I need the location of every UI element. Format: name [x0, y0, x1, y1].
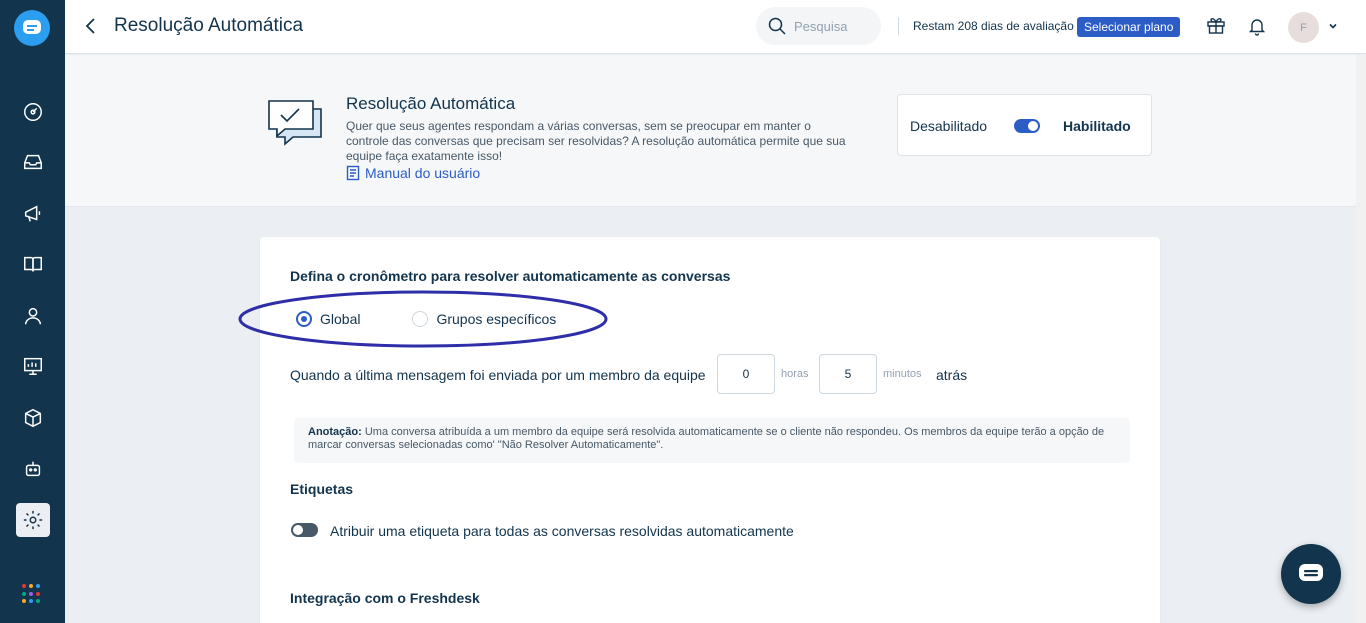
search-box[interactable]	[756, 7, 881, 45]
minutes-unit-label: minutos	[883, 368, 922, 380]
timer-section-title: Defina o cronômetro para resolver automa…	[290, 268, 731, 284]
avatar[interactable]: F	[1288, 12, 1319, 43]
radio-specific-groups-label[interactable]: Grupos específicos	[436, 311, 556, 327]
feature-enable-toggle[interactable]	[1014, 119, 1040, 133]
timer-scope-radio-group: Global Grupos específicos	[296, 311, 556, 327]
app-dot	[36, 584, 40, 588]
chevron-down-icon[interactable]	[1327, 20, 1339, 32]
bot-icon[interactable]	[16, 452, 50, 486]
user-manual-link[interactable]: Manual do usuário	[346, 165, 480, 181]
app-dot	[36, 591, 40, 596]
campaigns-icon[interactable]	[16, 197, 50, 231]
hours-unit-label: horas	[781, 368, 809, 380]
sidebar	[0, 0, 65, 623]
user-manual-label[interactable]: Manual do usuário	[365, 165, 480, 181]
book-icon	[346, 165, 360, 181]
minutes-input[interactable]	[819, 354, 877, 394]
divider	[898, 17, 899, 35]
page-scrollbar[interactable]	[1356, 55, 1366, 623]
freshdesk-section-title: Integração com o Freshdesk	[290, 590, 480, 606]
app-dot	[29, 599, 33, 604]
app-dot	[36, 599, 40, 604]
feature-toggle-card: Desabilitado Habilitado	[897, 94, 1152, 156]
app-dot	[22, 584, 26, 588]
app-dot	[22, 591, 26, 596]
labels-section-title: Etiquetas	[290, 481, 354, 497]
enabled-label: Habilitado	[1063, 118, 1131, 134]
select-plan-button[interactable]: Selecionar plano	[1077, 17, 1181, 37]
assign-label-text: Atribuir uma etiqueta para todas as conv…	[330, 523, 794, 539]
apps-grid-icon[interactable]	[22, 584, 42, 604]
radio-specific-groups[interactable]	[412, 311, 429, 327]
chat-icon	[1299, 564, 1323, 581]
dashboard-icon[interactable]	[16, 95, 50, 129]
settings-icon[interactable]	[16, 503, 50, 537]
ago-label: atrás	[936, 367, 968, 383]
gift-icon[interactable]	[1206, 15, 1226, 35]
back-arrow-icon[interactable]	[81, 15, 101, 37]
note-prefix: Anotação:	[308, 426, 362, 438]
radio-global-label[interactable]: Global	[320, 311, 360, 327]
knowledge-base-icon[interactable]	[16, 247, 50, 281]
freshchat-logo[interactable]	[14, 10, 50, 46]
bell-icon[interactable]	[1247, 16, 1267, 36]
radio-global[interactable]	[296, 311, 312, 327]
contacts-icon[interactable]	[16, 299, 50, 333]
inbox-icon[interactable]	[16, 145, 50, 179]
hours-input[interactable]	[717, 354, 775, 394]
annotation-note: Anotação: Uma conversa atribuída a um me…	[294, 418, 1130, 463]
note-text: Uma conversa atribuída a um membro da eq…	[308, 426, 1105, 451]
search-input[interactable]	[794, 18, 874, 34]
app-dot	[22, 599, 26, 604]
top-bar: Resolução Automática Restam 208 dias de …	[65, 0, 1366, 54]
feature-description: Quer que seus agentes respondam a várias…	[346, 119, 846, 163]
disabled-label: Desabilitado	[910, 118, 988, 134]
feature-title: Resolução Automática	[346, 94, 516, 113]
page-title: Resolução Automática	[114, 15, 304, 36]
integrations-icon[interactable]	[16, 401, 50, 435]
reports-icon[interactable]	[16, 349, 50, 383]
app-dot	[29, 584, 33, 588]
trial-days-text: Restam 208 dias de avaliação	[913, 19, 1074, 33]
auto-resolve-chat-icon	[268, 100, 322, 146]
search-icon	[768, 17, 786, 35]
assign-label-toggle[interactable]	[291, 523, 318, 537]
last-message-label: Quando a última mensagem foi enviada por…	[290, 367, 706, 383]
chat-widget-button[interactable]	[1281, 544, 1341, 604]
app-dot	[29, 591, 33, 596]
